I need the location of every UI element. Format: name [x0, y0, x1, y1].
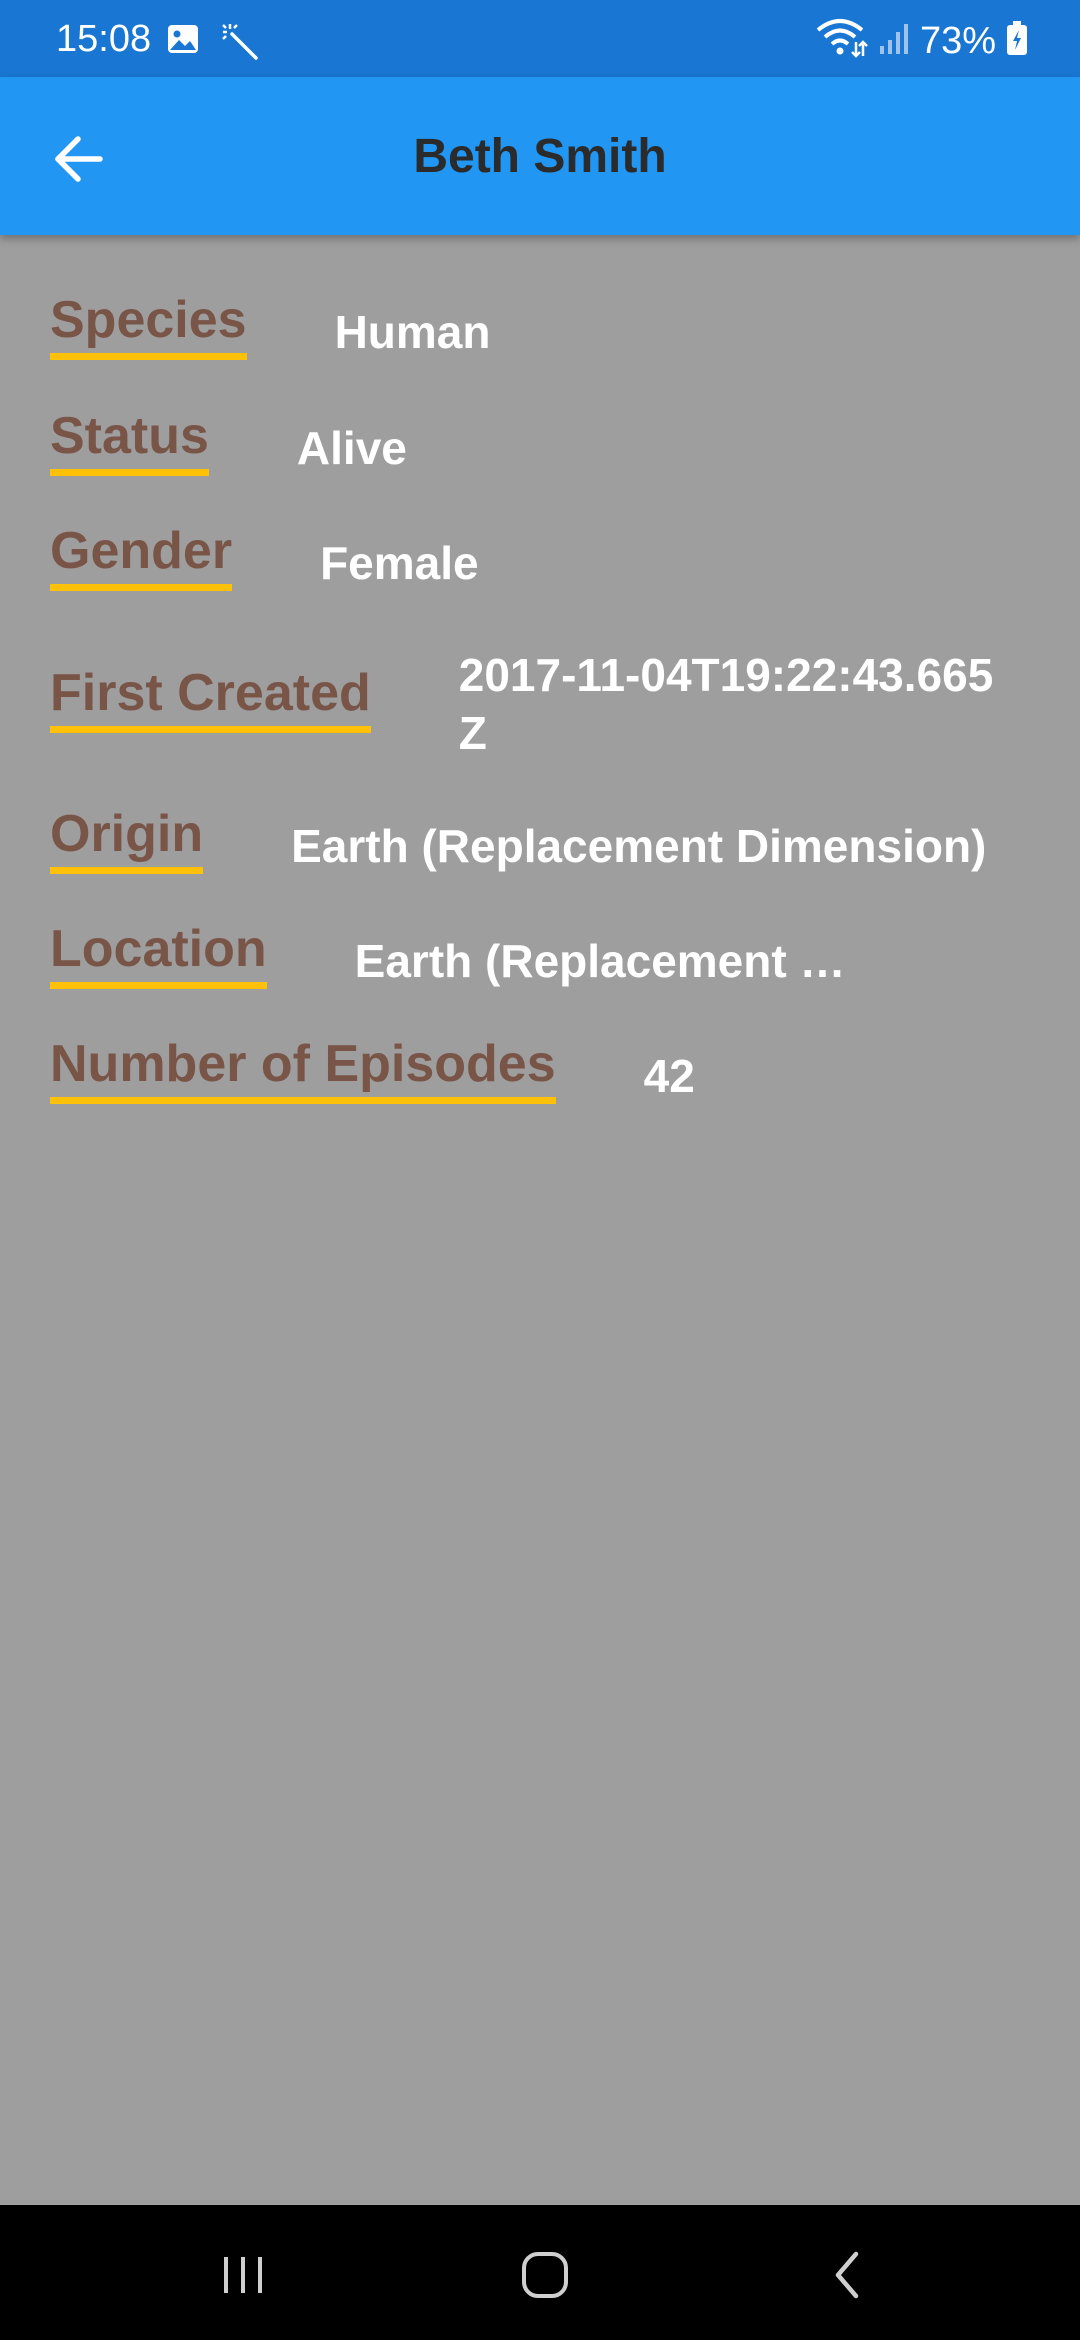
battery-charging-icon	[1006, 20, 1028, 61]
detail-row-first-created: First Created 2017-11-04T19:22:43.665Z	[50, 649, 1040, 762]
origin-label: Origin	[50, 803, 204, 874]
back-icon	[835, 2251, 859, 2299]
location-value: Earth (Replacement Dimension)	[354, 935, 865, 987]
location-label: Location	[50, 918, 267, 989]
status-time: 15:08	[56, 18, 152, 60]
image-icon	[166, 22, 200, 67]
magic-wand-icon	[220, 22, 260, 67]
status-label: Status	[50, 405, 209, 476]
first-created-value: 2017-11-04T19:22:43.665Z	[458, 649, 994, 759]
first-created-label: First Created	[50, 662, 371, 733]
page-title: Beth Smith	[413, 130, 667, 183]
gender-value: Female	[320, 537, 479, 589]
status-right-icons: 73%	[816, 18, 1028, 63]
episodes-label: Number of Episodes	[50, 1033, 556, 1104]
wifi-icon	[816, 18, 868, 63]
home-icon	[522, 2252, 568, 2298]
recent-apps-button[interactable]	[188, 2235, 298, 2315]
detail-row-location: Location Earth (Replacement Dimension)	[50, 918, 1040, 990]
detail-row-origin: Origin Earth (Replacement Dimension)	[50, 803, 1040, 875]
origin-value: Earth (Replacement Dimension)	[291, 820, 987, 872]
status-left-icons	[166, 22, 260, 67]
system-back-button[interactable]	[793, 2235, 903, 2315]
detail-row-species: Species Human	[50, 289, 1040, 361]
signal-icon	[878, 20, 910, 61]
detail-row-gender: Gender Female	[50, 520, 1040, 592]
navigation-bar	[0, 2205, 1080, 2340]
detail-row-episodes: Number of Episodes 42	[50, 1033, 1040, 1105]
recent-apps-icon	[224, 2257, 262, 2293]
gender-label: Gender	[50, 520, 233, 591]
status-value: Alive	[296, 422, 407, 474]
episodes-value: 42	[643, 1050, 695, 1102]
home-button[interactable]	[490, 2235, 600, 2315]
battery-percent: 73%	[919, 19, 996, 62]
status-bar: 15:08 73%	[0, 0, 1080, 77]
species-value: Human	[334, 306, 491, 358]
app-bar: Beth Smith	[0, 77, 1080, 235]
species-label: Species	[50, 289, 247, 360]
detail-row-status: Status Alive	[50, 405, 1040, 477]
